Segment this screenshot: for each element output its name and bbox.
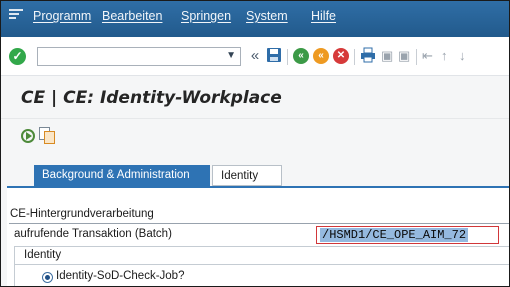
subgroup-title: Identity [24, 249, 62, 261]
find-icon[interactable]: ▣ [381, 48, 393, 64]
menu-springen[interactable]: Springen [181, 9, 231, 23]
next-page-icon[interactable]: ↓ [459, 48, 466, 64]
toolbar-separator [287, 49, 288, 65]
transaction-field-label: aufrufende Transaktion (Batch) [14, 228, 172, 240]
subgroup-divider [15, 264, 509, 265]
back-double-arrow-icon[interactable]: « [247, 47, 263, 65]
execute-icon[interactable] [21, 129, 35, 143]
group-divider [9, 223, 509, 224]
group-title: CE-Hintergrundverarbeitung [10, 208, 154, 220]
transaction-field-value: /HSMD1/CE_OPE_AIM_72 [320, 228, 469, 242]
standard-toolbar: ✓ ▼ « « « ✕ ▣ ▣ ⇤ ↑ ↓ [1, 37, 509, 76]
exit-icon[interactable]: « [313, 48, 329, 64]
transaction-field[interactable]: /HSMD1/CE_OPE_AIM_72 [316, 226, 499, 244]
application-toolbar [1, 119, 509, 153]
command-field[interactable]: ▼ [37, 47, 241, 66]
title-bar: CE | CE: Identity-Workplace [1, 76, 509, 119]
menu-bar: Programm Bearbeiten Springen System Hilf… [1, 1, 509, 37]
find-next-icon[interactable]: ▣ [398, 48, 410, 64]
toolbar-separator [354, 49, 355, 65]
back-icon[interactable]: « [293, 48, 309, 64]
previous-page-icon[interactable]: ↑ [441, 48, 448, 64]
identity-sod-check-radio[interactable] [42, 272, 53, 283]
print-icon[interactable] [359, 47, 377, 65]
system-menu-icon[interactable] [9, 9, 23, 21]
menu-programm[interactable]: Programm [33, 9, 91, 23]
menu-hilfe[interactable]: Hilfe [311, 9, 336, 23]
cancel-icon[interactable]: ✕ [333, 48, 349, 64]
first-page-icon[interactable]: ⇤ [422, 48, 433, 64]
menu-system[interactable]: System [246, 9, 288, 23]
ok-check-icon[interactable]: ✓ [9, 48, 26, 65]
tab-background-administration[interactable]: Background & Administration [34, 165, 210, 186]
toolbar-separator [416, 49, 417, 65]
sap-window: Programm Bearbeiten Springen System Hilf… [0, 0, 510, 287]
save-icon[interactable] [265, 47, 283, 65]
menu-bearbeiten[interactable]: Bearbeiten [102, 9, 162, 23]
dropdown-caret-icon[interactable]: ▼ [226, 50, 236, 61]
page-title: CE | CE: Identity-Workplace [21, 88, 282, 108]
radio-label: Identity-SoD-Check-Job? [56, 270, 185, 282]
tab-identity[interactable]: Identity [212, 165, 282, 186]
copy-icon[interactable] [39, 127, 55, 144]
